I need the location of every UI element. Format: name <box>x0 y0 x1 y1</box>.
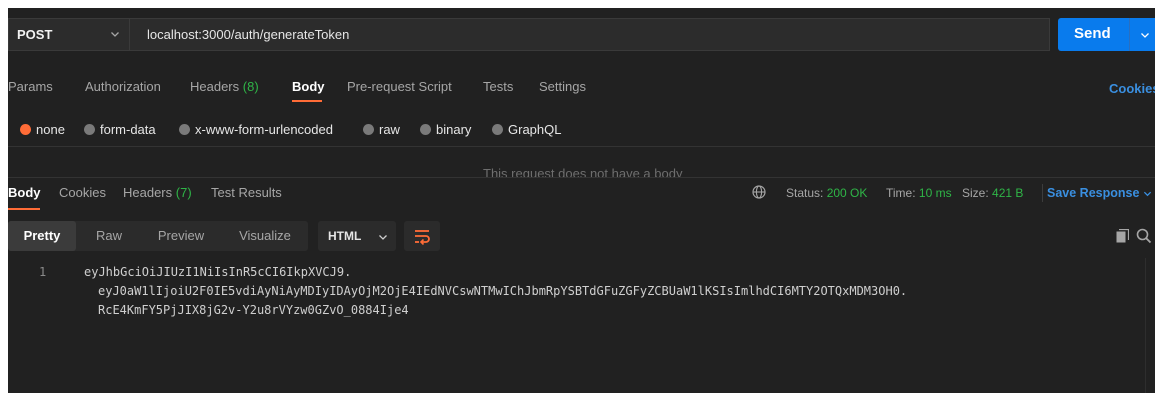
status-readout[interactable]: Status: 200 OK <box>786 186 867 200</box>
view-visualize-button[interactable]: Visualize <box>223 221 307 251</box>
time-value: 10 ms <box>918 186 952 200</box>
radio-none-label: none <box>36 122 65 137</box>
radio-urlencoded-label: x-www-form-urlencoded <box>195 122 333 137</box>
divider <box>8 146 1155 147</box>
radio-raw-label: raw <box>379 122 400 137</box>
radio-icon <box>492 124 503 135</box>
format-label: HTML <box>328 229 362 243</box>
response-headers-count: (7) <box>175 185 192 200</box>
response-tab-test-results[interactable]: Test Results <box>211 185 282 200</box>
tab-tests[interactable]: Tests <box>483 79 513 94</box>
radio-selected-icon <box>20 124 31 135</box>
method-select[interactable]: POST <box>9 19 130 50</box>
radio-none[interactable]: none <box>20 122 80 138</box>
tab-headers-label: Headers <box>190 79 240 94</box>
tab-params[interactable]: Params <box>8 79 53 94</box>
send-label: Send <box>1074 25 1111 42</box>
radio-icon <box>84 124 95 135</box>
format-select[interactable]: HTML <box>318 221 396 251</box>
radio-form-data[interactable]: form-data <box>84 122 169 138</box>
line-number: 1 <box>39 265 47 279</box>
method-label: POST <box>17 27 53 42</box>
time-label: Time: <box>886 186 916 200</box>
tab-settings[interactable]: Settings <box>539 79 586 94</box>
globe-icon[interactable] <box>752 185 766 199</box>
active-tab-indicator <box>8 208 40 210</box>
tab-pre-request-script[interactable]: Pre-request Script <box>347 79 452 94</box>
copy-icon[interactable] <box>1116 229 1129 243</box>
code-line: eyJ0aW1lIjoiU2F0IE5vdiAyNiAyMDIyIDAyOjM2… <box>98 284 908 298</box>
send-button[interactable]: Send <box>1058 18 1155 51</box>
send-divider <box>1129 18 1130 51</box>
status-label: Status: <box>786 186 824 200</box>
postman-app: POST localhost:3000/auth/generateToken S… <box>8 8 1155 393</box>
radio-icon <box>363 124 374 135</box>
save-response-label: Save Response <box>1047 186 1140 200</box>
radio-binary-label: binary <box>436 122 472 137</box>
search-icon[interactable] <box>1136 228 1152 244</box>
code-line: RcE4KmFY5PjJIX8jG2v-Y2u8rVYzw0GZvO_0884I… <box>98 303 409 317</box>
radio-raw[interactable]: raw <box>363 122 413 138</box>
wrap-lines-icon <box>415 230 430 245</box>
radio-icon <box>179 124 190 135</box>
save-response-button[interactable]: Save Response <box>1047 186 1152 200</box>
view-mode-tabs: Pretty Raw Preview Visualize <box>8 221 308 251</box>
tab-body[interactable]: Body <box>292 79 325 94</box>
view-pretty-button[interactable]: Pretty <box>8 221 76 251</box>
response-tab-headers[interactable]: Headers (7) <box>123 185 192 200</box>
view-raw-button[interactable]: Raw <box>81 221 137 251</box>
size-readout[interactable]: Size: 421 B <box>962 186 1023 200</box>
size-value: 421 B <box>992 186 1024 200</box>
chevron-down-icon[interactable] <box>1140 30 1150 40</box>
response-headers-label: Headers <box>123 185 173 200</box>
radio-binary[interactable]: binary <box>420 122 490 138</box>
status-value: 200 OK <box>826 186 868 200</box>
chevron-down-icon <box>111 32 119 37</box>
time-readout[interactable]: Time: 10 ms <box>886 186 952 200</box>
request-url-bar: POST localhost:3000/auth/generateToken <box>8 18 1050 51</box>
tab-authorization[interactable]: Authorization <box>85 79 161 94</box>
cookies-link[interactable]: Cookies <box>1109 81 1155 96</box>
url-input[interactable]: localhost:3000/auth/generateToken <box>147 27 349 42</box>
view-preview-button[interactable]: Preview <box>141 221 221 251</box>
headers-count: (8) <box>242 79 259 94</box>
tab-headers[interactable]: Headers (8) <box>190 79 259 94</box>
chevron-down-icon <box>1143 191 1152 197</box>
scrollbar[interactable] <box>1145 258 1146 393</box>
response-tab-cookies[interactable]: Cookies <box>59 185 106 200</box>
divider <box>1042 184 1043 202</box>
wrap-lines-button[interactable] <box>404 221 440 251</box>
radio-icon <box>420 124 431 135</box>
radio-x-www-form-urlencoded[interactable]: x-www-form-urlencoded <box>179 122 349 138</box>
radio-graphql[interactable]: GraphQL <box>492 122 572 138</box>
radio-graphql-label: GraphQL <box>508 122 562 137</box>
chevron-down-icon <box>379 235 387 240</box>
response-tab-body[interactable]: Body <box>8 185 41 200</box>
active-tab-indicator <box>292 100 322 102</box>
radio-form-data-label: form-data <box>100 122 156 137</box>
size-label: Size: <box>962 186 989 200</box>
code-line: eyJhbGciOiJIUzI1NiIsInR5cCI6IkpXVCJ9. <box>84 265 352 279</box>
